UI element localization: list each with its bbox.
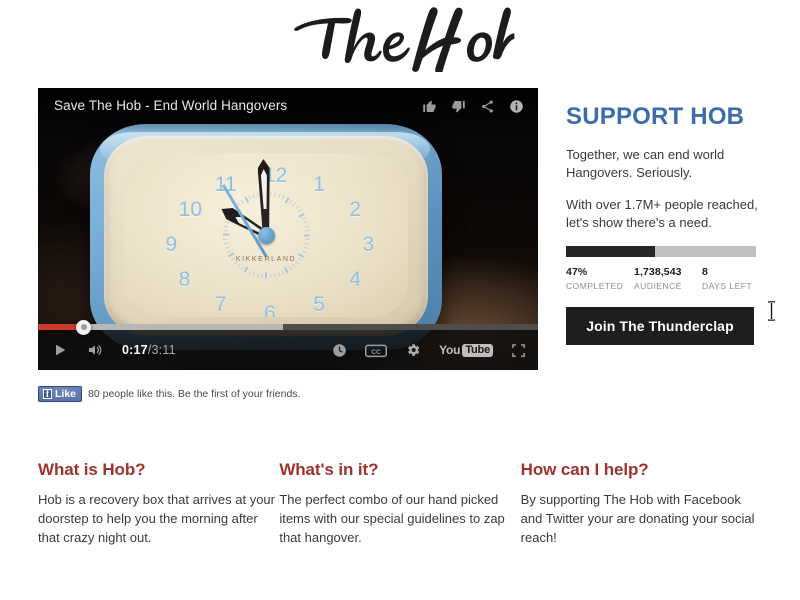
stat-label: DAYS LEFT [702,281,753,292]
stat-value: 8 [702,266,708,279]
clock-numeral: 7 [214,293,227,317]
campaign-progress-bar [566,246,756,258]
column-body: The perfect combo of our hand picked ite… [279,492,505,545]
support-paragraph-2: With over 1.7M+ people reached, let's sh… [566,197,758,231]
stat-label: COMPLETED [566,281,624,292]
site-logo[interactable] [0,0,800,78]
watch-later-icon[interactable] [332,343,347,358]
clock-numeral: 3 [362,233,375,256]
column-heading: What is Hob? [38,460,146,479]
column-heading: How can I help? [520,460,649,479]
support-heading: SUPPORT HOB [566,103,745,130]
page-root: 12 1 2 3 4 5 6 7 8 9 10 11 KIKKERLAND Save The Hob … [0,0,800,600]
support-sidebar: SUPPORT HOB Together, we can end world H… [566,103,782,346]
facebook-social-text: 80 people like this. Be the first of you… [88,388,301,400]
volume-icon[interactable] [86,342,104,358]
clock-numeral: 6 [264,302,276,317]
share-icon[interactable] [480,99,495,114]
video-title: Save The Hob - End World Hangovers [54,98,288,113]
campaign-stats: 47% COMPLETED 1,738,543 AUDIENCE 8 DAYS … [566,266,782,291]
facebook-like-row: f Like 80 people like this. Be the first… [38,386,300,402]
info-columns: What is Hob? Hob is a recovery box that … [38,460,762,547]
youtube-you-text: You [439,343,461,357]
clock-numeral: 1 [313,172,325,196]
captions-icon[interactable]: CC [365,343,388,358]
video-timestamp: 0:17/3:11 [122,343,176,357]
settings-gear-icon[interactable] [405,342,421,358]
youtube-tube-text: Tube [462,343,493,357]
join-thunderclap-button[interactable]: Join The Thunderclap [566,307,754,346]
clock-numeral: 5 [313,293,325,317]
column-how-can-i-help: How can I help? By supporting The Hob wi… [521,460,762,547]
clock-numeral: 2 [349,198,362,222]
text-cursor-ibeam [766,301,777,326]
current-time: 0:17 [122,343,148,357]
clock-numeral: 8 [178,267,191,291]
column-heading: What's in it? [279,460,379,479]
thumbs-up-icon[interactable] [422,99,437,114]
video-top-icons [422,98,524,114]
clock-center-cap [257,226,275,244]
clock-numeral: 10 [178,198,202,222]
stat-value: 1,738,543 [634,266,682,279]
stat-value: 47% [566,266,588,279]
facebook-like-button[interactable]: f Like [38,386,83,402]
youtube-logo-icon[interactable]: You Tube [439,343,493,357]
info-icon[interactable] [509,99,524,114]
thumbs-down-icon[interactable] [451,99,466,114]
stat-completed: 47% COMPLETED [566,266,634,291]
column-body: Hob is a recovery box that arrives at yo… [38,492,275,545]
play-button[interactable] [52,342,68,358]
clock-face: 12 1 2 3 4 5 6 7 8 9 10 11 KIKKERLAND [124,153,408,317]
the-hob-wordmark-icon [294,7,515,72]
svg-text:CC: CC [371,348,381,355]
column-body: By supporting The Hob with Facebook and … [520,492,755,545]
video-control-bar[interactable]: 0:17/3:11 CC You Tube [38,319,538,370]
video-player[interactable]: 12 1 2 3 4 5 6 7 8 9 10 11 KIKKERLAND Save The Hob … [38,88,538,370]
clock-brand-text: KIKKERLAND [235,256,297,264]
campaign-progress-fill [566,246,656,258]
support-paragraph-1: Together, we can end world Hangovers. Se… [566,147,725,181]
facebook-like-label: Like [55,387,77,400]
column-what-is-hob: What is Hob? Hob is a recovery box that … [38,460,279,547]
stat-label: AUDIENCE [634,281,682,292]
facebook-logo-icon: f [43,388,52,399]
column-whats-in-it: What's in it? The perfect combo of our h… [279,460,520,547]
video-title-bar: Save The Hob - End World Hangovers [38,88,538,134]
fullscreen-icon[interactable] [511,343,526,358]
clock-numeral: 9 [165,233,178,256]
stat-audience: 1,738,543 AUDIENCE [634,266,702,291]
stat-days-left: 8 DAYS LEFT [702,266,770,291]
total-time: 3:11 [151,343,176,357]
clock-numeral: 4 [349,267,362,291]
alarm-clock-graphic: 12 1 2 3 4 5 6 7 8 9 10 11 KIKKERLAND [90,124,442,350]
